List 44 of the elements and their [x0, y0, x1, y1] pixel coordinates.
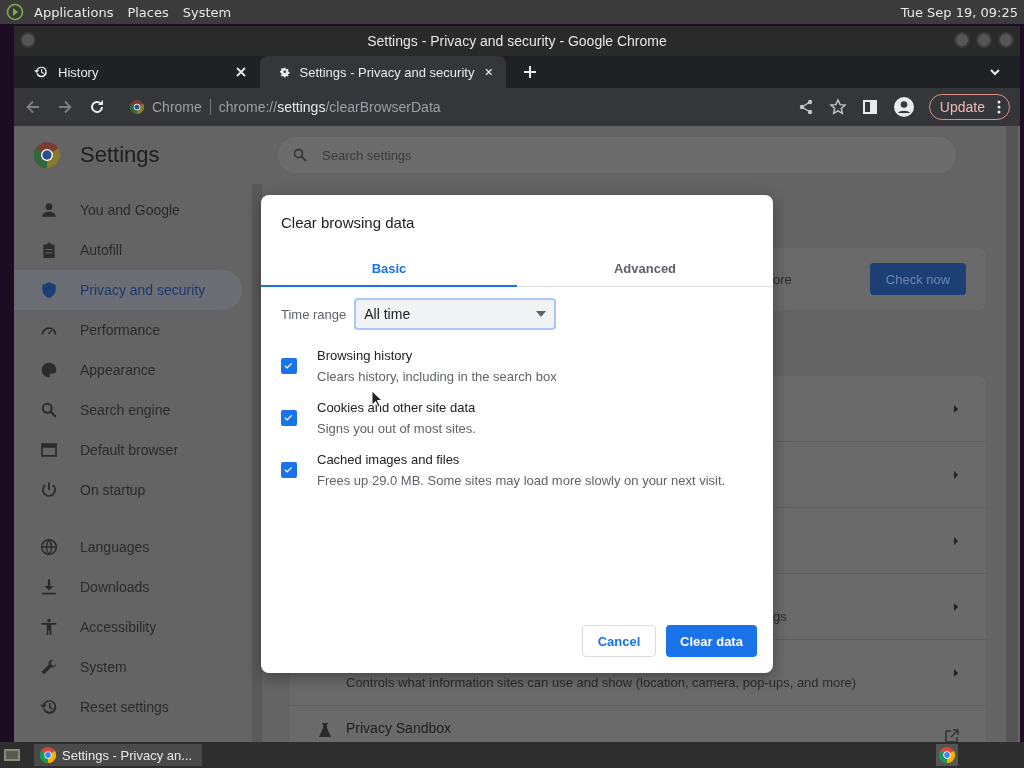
sidebar-item[interactable]: On startup	[14, 470, 242, 510]
browser-tab[interactable]: History	[14, 56, 260, 88]
window-title: Settings - Privacy and security - Google Chrome	[367, 33, 667, 49]
sidebar-item[interactable]: Appearance	[14, 350, 242, 390]
row-title: Privacy Sandbox	[346, 720, 453, 736]
panel-menu[interactable]: Applications	[27, 4, 121, 20]
url-text: chrome://settings/clearBrowserData	[218, 99, 441, 115]
sidebar-item[interactable]: Search engine	[14, 390, 242, 430]
dialog-title: Clear browsing data	[280, 213, 416, 233]
time-range-label: Time range	[281, 306, 347, 322]
option-title: Cookies and other site data	[317, 400, 476, 415]
sidebar-item[interactable]: Downloads	[14, 567, 242, 607]
row-description: gs	[773, 609, 788, 624]
option-description: Frees up 29.0 MB. Some sites may load more slowly on your next visit.	[317, 473, 726, 488]
cancel-button[interactable]: Cancel	[582, 625, 656, 657]
sidebar-item[interactable]: Autofill	[14, 230, 242, 270]
browser-tab[interactable]: Settings - Privacy and security	[260, 56, 506, 88]
option-title: Cached images and files	[317, 452, 461, 467]
dialog-tab[interactable]: Advanced	[517, 251, 773, 287]
sidebar-item[interactable]: Default browser	[14, 430, 242, 470]
dialog-tab[interactable]: Basic	[261, 251, 517, 287]
card-text: ore	[773, 271, 792, 287]
sidebar-item[interactable]: Privacy and security	[14, 270, 242, 310]
sidebar-item[interactable]: You and Google	[14, 190, 242, 230]
sidebar-item[interactable]: Performance	[14, 310, 242, 350]
site-label: Chrome	[152, 99, 202, 115]
tab-title: History	[58, 64, 100, 80]
sidebar-item[interactable]: System	[14, 647, 242, 687]
settings-title: Settings	[80, 142, 160, 168]
tab-title: Settings - Privacy and security	[299, 64, 475, 80]
sidebar-item[interactable]: Accessibility	[14, 607, 242, 647]
clear-data-button[interactable]: Clear data	[666, 625, 757, 657]
taskbar-window-button[interactable]: Settings - Privacy an...	[34, 744, 202, 766]
panel-clock[interactable]: Tue Sep 19, 09:25	[900, 4, 1024, 20]
sidebar-item[interactable]: Reset settings	[14, 687, 242, 727]
row-description: Controls what information sites can use and show (location, camera, pop-ups, and more)	[346, 675, 858, 690]
sidebar-item[interactable]: Languages	[14, 527, 242, 567]
check-now-button[interactable]: Check now	[870, 263, 966, 295]
panel-menu[interactable]: System	[175, 4, 239, 20]
option-description: Signs you out of most sites.	[317, 421, 476, 436]
option-description: Clears history, including in the search box	[317, 369, 557, 384]
option-title: Browsing history	[317, 348, 414, 363]
time-range-select[interactable]: All time	[354, 298, 557, 330]
panel-menu[interactable]: Places	[120, 4, 176, 20]
